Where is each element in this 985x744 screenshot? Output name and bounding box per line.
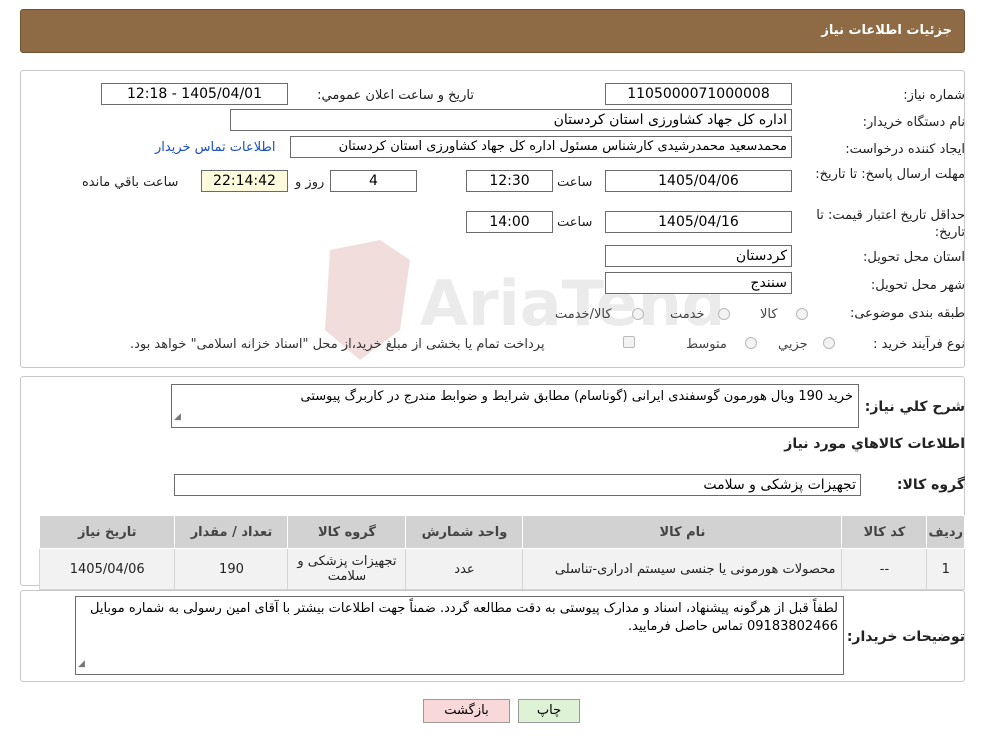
col-unit: واحد شمارش: [405, 515, 524, 549]
cell-unit: عدد: [405, 548, 524, 590]
buyer-org-field[interactable]: اداره کل جهاد کشاورزی استان کردستان: [230, 109, 792, 131]
need-number-label: شماره نیاز:: [903, 88, 965, 103]
col-goods-name: نام کالا: [522, 515, 843, 549]
description-text: خرید 190 ویال هورمون گوسفندی ایرانی (گون…: [300, 389, 853, 404]
process-medium-label: متوسط: [686, 337, 727, 352]
cell-row-number: 1: [926, 548, 965, 590]
creator-field[interactable]: محمدسعید محمدرشیدی کارشناس مسئول اداره ک…: [290, 136, 792, 158]
cell-goods-group: تجهیزات پزشکی و سلامت: [287, 548, 407, 590]
reply-time-label: ساعت: [557, 175, 593, 190]
reply-deadline-label: مهلت ارسال پاسخ: تا تاریخ:: [815, 167, 965, 182]
process-minor-radio[interactable]: [823, 337, 835, 349]
cell-goods-code: --: [841, 548, 928, 590]
city-field[interactable]: سنندج: [605, 272, 792, 294]
goods-group-field[interactable]: تجهیزات پزشکی و سلامت: [174, 474, 861, 496]
table-header-row: رديف کد کالا نام کالا واحد شمارش گروه کا…: [38, 515, 965, 549]
col-need-date: تاريخ نياز: [38, 515, 176, 549]
process-minor-label: جزیي: [778, 337, 808, 352]
category-service-label: خدمت: [670, 307, 705, 322]
treasury-note: پرداخت تمام يا بخشی از مبلغ خريد،از محل …: [130, 337, 545, 352]
buyer-contact-link[interactable]: اطلاعات تماس خريدار: [155, 140, 275, 155]
resize-grip-icon[interactable]: ◢: [174, 408, 181, 426]
days-label: روز و: [295, 175, 325, 190]
category-goods-radio[interactable]: [796, 308, 808, 320]
province-field[interactable]: کردستان: [605, 245, 792, 267]
reply-date-field[interactable]: 1405/04/06: [605, 170, 792, 192]
page-header: جزئیات اطلاعات نیاز: [20, 9, 965, 53]
price-validity-label: حداقل تاریخ اعتبار قیمت: تا تاریخ:: [816, 208, 965, 240]
category-service-radio[interactable]: [718, 308, 730, 320]
category-goods-service-radio[interactable]: [632, 308, 644, 320]
announce-label: تاریخ و ساعت اعلان عمومي:: [317, 88, 474, 103]
col-goods-code: کد کالا: [841, 515, 928, 549]
buyer-notes-field[interactable]: لطفاً قبل از هرگونه پیشنهاد، اسناد و مدا…: [75, 596, 844, 675]
col-row-number: رديف: [926, 515, 965, 549]
need-number-field[interactable]: 1105000071000008: [605, 83, 792, 105]
process-medium-radio[interactable]: [745, 337, 757, 349]
col-goods-group: گروه کالا: [287, 515, 407, 549]
col-quantity: تعداد / مقدار: [174, 515, 289, 549]
buyer-org-label: نام دستگاه خريدار:: [862, 115, 965, 130]
treasury-checkbox[interactable]: [623, 336, 635, 348]
remaining-time-field: 22:14:42: [201, 170, 288, 192]
buyer-notes-text: لطفاً قبل از هرگونه پیشنهاد، اسناد و مدا…: [89, 601, 838, 634]
goods-group-label: گروه کالا:: [896, 477, 965, 493]
province-label: استان محل تحويل:: [863, 250, 965, 265]
days-field[interactable]: 4: [330, 170, 417, 192]
city-label: شهر محل تحويل:: [870, 278, 965, 293]
description-label: شرح کلي نياز:: [864, 399, 965, 415]
category-goods-service-label: کالا/خدمت: [555, 307, 612, 322]
announce-field[interactable]: 1405/04/01 - 12:18: [101, 83, 288, 105]
table-row: 1 -- محصولات هورمونی یا جنسی سیستم ادرار…: [38, 548, 965, 590]
resize-grip-icon[interactable]: ◢: [78, 655, 85, 673]
items-table: رديف کد کالا نام کالا واحد شمارش گروه کا…: [38, 515, 965, 590]
cell-goods-name: محصولات هورمونی یا جنسی سیستم ادراری-تنا…: [522, 548, 843, 590]
description-field[interactable]: خرید 190 ویال هورمون گوسفندی ایرانی (گون…: [171, 384, 859, 428]
print-button[interactable]: چاپ: [518, 699, 580, 723]
process-label: نوع فرآیند خرید :: [873, 337, 965, 352]
goods-info-title: اطلاعات کالاهاي مورد نياز: [784, 436, 965, 452]
category-goods-label: کالا: [760, 307, 778, 322]
category-label: طبقه بندی موضوعی:: [849, 306, 965, 321]
back-button[interactable]: بازگشت: [423, 699, 510, 723]
price-time-label: ساعت: [557, 215, 593, 230]
page-title: جزئیات اطلاعات نیاز: [821, 23, 952, 38]
price-time-field[interactable]: 14:00: [466, 211, 553, 233]
cell-need-date: 1405/04/06: [38, 548, 176, 590]
reply-time-field[interactable]: 12:30: [466, 170, 553, 192]
price-date-field[interactable]: 1405/04/16: [605, 211, 792, 233]
cell-quantity: 190: [174, 548, 289, 590]
creator-label: ایجاد کننده درخواست:: [845, 142, 965, 157]
remaining-time-label: ساعت باقي مانده: [82, 175, 179, 190]
buyer-notes-label: توضيحات خريدار:: [846, 629, 965, 645]
